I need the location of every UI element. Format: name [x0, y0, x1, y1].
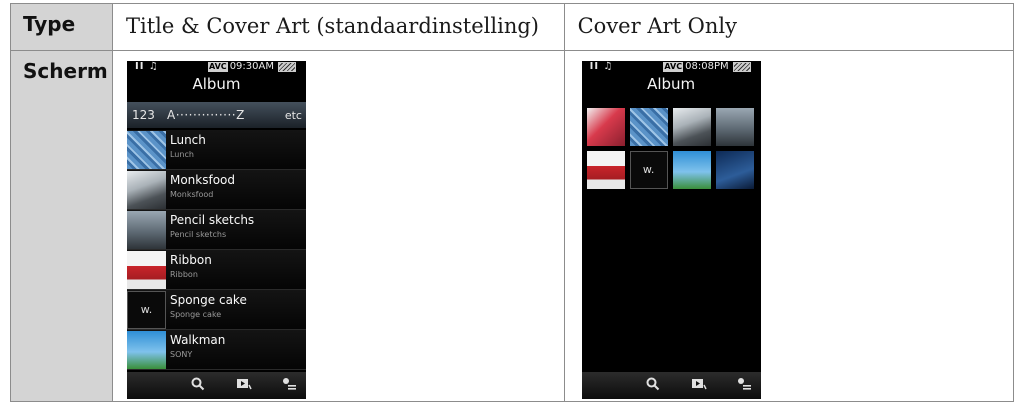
- battery-icon: [277, 61, 296, 72]
- doc-table: Type Title & Cover Art (standaardinstell…: [10, 3, 1014, 402]
- album-artist: Monksfood: [169, 190, 214, 199]
- col-title-cover-art: Title & Cover Art (standaardinstelling): [111, 3, 565, 51]
- album-cover-art[interactable]: [715, 151, 754, 189]
- header-type: Type: [10, 3, 113, 51]
- album-title: Monksfood: [169, 173, 236, 187]
- bottom-toolbar: [581, 372, 761, 399]
- phone-screen-list: II ♫ AVC 09:30AM Album 123 A············…: [126, 61, 306, 399]
- album-row-lunch[interactable]: Lunch Lunch: [126, 130, 306, 170]
- album-title: Walkman: [169, 333, 226, 347]
- album-cover-art: [126, 331, 166, 369]
- album-cover-art[interactable]: [672, 151, 711, 189]
- play-status-icon: II ♫: [589, 61, 614, 72]
- index-letters[interactable]: A··············Z: [167, 108, 245, 122]
- album-list: Lunch Lunch Monksfood Monksfood Pencil s…: [126, 130, 306, 370]
- album-row-sponge-cake[interactable]: w. Sponge cake Sponge cake: [126, 290, 306, 330]
- album-cover-art[interactable]: [715, 108, 754, 146]
- album-artist: Ribbon: [169, 270, 198, 279]
- album-title: Ribbon: [169, 253, 212, 267]
- search-icon[interactable]: [191, 377, 205, 395]
- status-time: 08:08PM: [685, 61, 729, 72]
- album-title: Sponge cake: [169, 293, 247, 307]
- album-title: Pencil sketchs: [169, 213, 255, 227]
- alphabet-index-bar[interactable]: 123 A··············Z etc: [126, 102, 306, 128]
- album-title: Lunch: [169, 133, 206, 147]
- walkman-logo-icon[interactable]: w.: [629, 151, 668, 189]
- index-numbers[interactable]: 123: [132, 108, 155, 122]
- status-time: 09:30AM: [229, 61, 274, 72]
- play-status-icon: II ♫: [134, 61, 159, 72]
- album-cover-art[interactable]: [629, 108, 668, 146]
- album-cover-art: [126, 131, 166, 169]
- options-icon[interactable]: [282, 377, 296, 395]
- album-row-monksfood[interactable]: Monksfood Monksfood: [126, 170, 306, 210]
- index-etc[interactable]: etc: [285, 109, 302, 122]
- album-cover-art: [126, 251, 166, 289]
- search-icon[interactable]: [646, 377, 660, 395]
- bottom-toolbar: [126, 372, 306, 399]
- screen-title: Album: [647, 75, 696, 93]
- album-cover-art: [126, 171, 166, 209]
- album-artist: Lunch: [169, 150, 194, 159]
- album-cover-art: [126, 211, 166, 249]
- album-row-walkman[interactable]: Walkman SONY: [126, 330, 306, 370]
- album-row-ribbon[interactable]: Ribbon Ribbon: [126, 250, 306, 290]
- status-bar: II ♫ AVC 09:30AM: [127, 61, 306, 75]
- album-artist: Sponge cake: [169, 310, 222, 319]
- now-playing-icon[interactable]: [236, 377, 253, 395]
- phone-screen-grid: II ♫ AVC 08:08PM Album w.: [581, 61, 761, 399]
- options-icon[interactable]: [737, 377, 751, 395]
- now-playing-icon[interactable]: [691, 377, 708, 395]
- screen-title: Album: [192, 75, 241, 93]
- avc-badge: AVC: [207, 61, 228, 72]
- album-cover-art[interactable]: [672, 108, 711, 146]
- album-cover-art[interactable]: [586, 108, 625, 146]
- album-artist: SONY: [169, 350, 193, 359]
- header-screen: Scherm: [10, 50, 113, 402]
- screen-cell-2: II ♫ AVC 08:08PM Album w.: [563, 50, 1014, 402]
- walkman-logo-icon: w.: [126, 291, 166, 329]
- battery-icon: [732, 61, 751, 72]
- screen-cell-1: II ♫ AVC 09:30AM Album 123 A············…: [111, 50, 565, 402]
- album-artist: Pencil sketchs: [169, 230, 227, 239]
- status-bar: II ♫ AVC 08:08PM: [582, 61, 761, 75]
- avc-badge: AVC: [663, 61, 684, 72]
- album-cover-art[interactable]: [586, 151, 625, 189]
- album-row-pencil-sketchs[interactable]: Pencil sketchs Pencil sketchs: [126, 210, 306, 250]
- col-cover-art-only: Cover Art Only: [563, 3, 1014, 51]
